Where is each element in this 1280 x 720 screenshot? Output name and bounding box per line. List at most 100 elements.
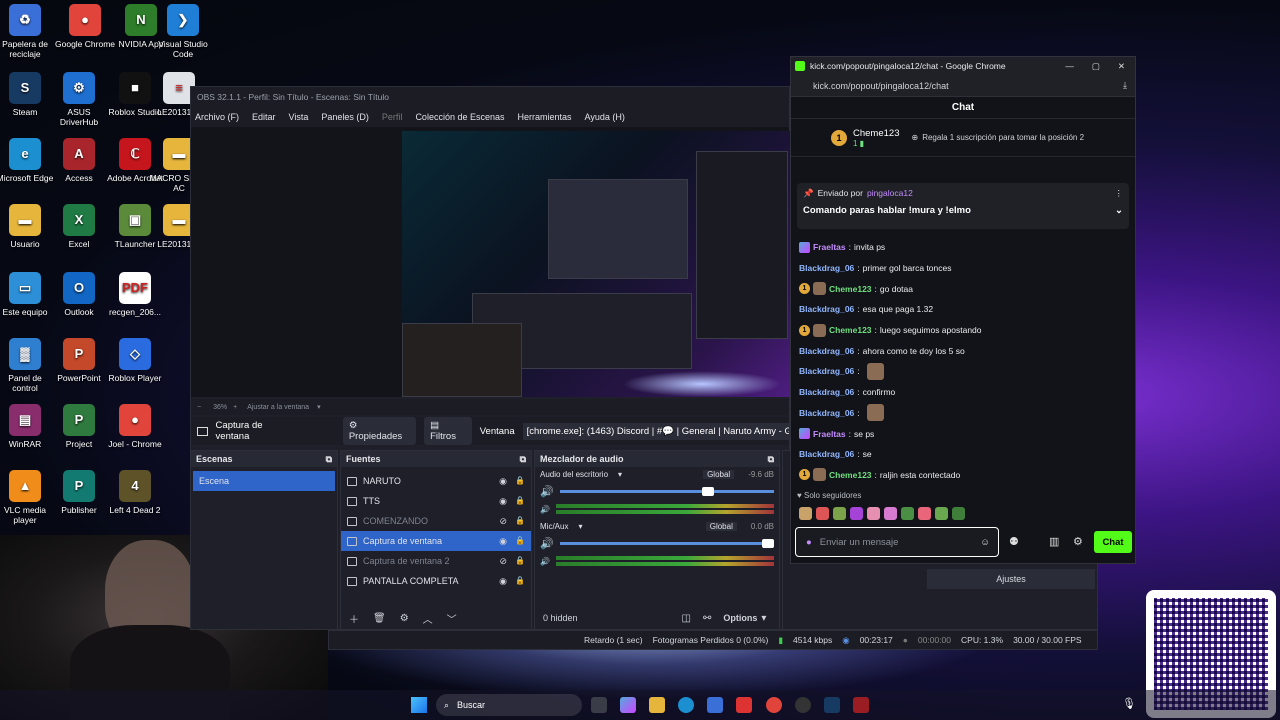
undock-icon[interactable]: ⧉ (520, 454, 526, 465)
settings-gear-icon[interactable]: ⚙ (1073, 535, 1083, 548)
desktop-icon[interactable]: P PowerPoint (49, 334, 109, 383)
scene-item[interactable]: Escena (193, 471, 335, 491)
chat-username[interactable]: Cheme123 (829, 284, 872, 294)
lock-icon[interactable]: 🔒 (515, 576, 525, 587)
options-button[interactable]: Options (723, 613, 757, 623)
volume-slider[interactable] (559, 539, 774, 548)
visibility-eye-icon[interactable]: ◉ (499, 496, 507, 507)
desktop-icon[interactable]: 4 Left 4 Dead 2 (105, 466, 165, 515)
source-item[interactable]: NARUTO ◉ 🔒 (341, 471, 531, 491)
app-icon[interactable] (736, 697, 752, 713)
app2-icon[interactable] (853, 697, 869, 713)
menu-item[interactable]: Archivo (F) (195, 112, 239, 122)
desktop-icon[interactable]: PDF recgen_206... (105, 268, 165, 317)
desktop-icon[interactable]: ▓ Panel de control (0, 334, 55, 393)
speaker-icon[interactable]: 🔊 (540, 485, 554, 498)
chat-username[interactable]: Blackdrag_06 (799, 304, 854, 314)
task-view-icon[interactable] (591, 697, 607, 713)
undock-icon[interactable]: ⧉ (768, 454, 774, 465)
chat-username[interactable]: Blackdrag_06 (799, 408, 854, 418)
unpin-icon[interactable]: ⋮ (1115, 188, 1124, 199)
desktop-icon[interactable]: ⚙ ASUS DriverHub (49, 68, 109, 127)
url-bar[interactable]: kick.com/popout/pingaloca12/chat ⤓ (791, 75, 1135, 97)
lock-icon[interactable]: 🔒 (515, 496, 525, 507)
chat-username[interactable]: Blackdrag_06 (799, 346, 854, 356)
volume-slider[interactable] (559, 487, 774, 496)
chevron-down-icon[interactable]: ⌄ (1115, 205, 1123, 216)
desktop-icon[interactable]: ▤ WinRAR (0, 400, 55, 449)
desktop-icon[interactable]: S Steam (0, 68, 55, 117)
menu-item[interactable]: Perfil (382, 112, 403, 122)
gifter-name[interactable]: Cheme123 (853, 128, 899, 139)
search-box[interactable]: ⌕ Buscar (436, 694, 582, 716)
menu-item[interactable]: Herramientas (518, 112, 572, 122)
chat-username[interactable]: Blackdrag_06 (799, 449, 854, 459)
emoji-icon[interactable]: ☺ (980, 537, 990, 548)
desktop-icon[interactable]: ❯ Visual Studio Code (153, 0, 213, 59)
desktop-icon[interactable]: X Excel (49, 200, 109, 249)
desktop-icon[interactable]: ▭ Este equipo (0, 268, 55, 317)
menu-item[interactable]: Paneles (D) (321, 112, 369, 122)
menu-item[interactable]: Editar (252, 112, 276, 122)
chat-username[interactable]: Cheme123 (829, 470, 872, 480)
chat-input[interactable]: ● Enviar un mensaje ☺ (795, 527, 999, 557)
steam-icon[interactable] (824, 697, 840, 713)
channel-menu-icon[interactable]: ▾ (618, 470, 622, 479)
desktop-icon[interactable]: ● Google Chrome (55, 0, 115, 49)
obs-icon[interactable] (795, 697, 811, 713)
desktop-icon[interactable]: ● Joel - Chrome (105, 400, 165, 449)
desktop-icon[interactable]: A Access (49, 134, 109, 183)
audio-settings-icon[interactable]: 🔊 (540, 557, 550, 566)
desktop-icon[interactable]: e Microsoft Edge (0, 134, 55, 183)
desktop-icon[interactable]: ▲ VLC media player (0, 466, 55, 525)
chat-username[interactable]: Blackdrag_06 (799, 387, 854, 397)
lock-icon[interactable]: 🔒 (515, 516, 525, 527)
desktop-icon[interactable]: P Publisher (49, 466, 109, 515)
speaker-icon[interactable]: 🔊 (540, 537, 554, 550)
chat-send-button[interactable]: Chat (1094, 531, 1132, 553)
explorer-icon[interactable] (649, 697, 665, 713)
lock-icon[interactable]: 🔒 (515, 556, 525, 567)
window-select[interactable]: [chrome.exe]: (1463) Discord | #💬 | Gene… (522, 422, 789, 440)
chat-username[interactable]: Cheme123 (829, 325, 872, 335)
properties-button[interactable]: ⚙ Propiedades (342, 417, 417, 445)
menu-item[interactable]: Vista (289, 112, 309, 122)
lock-icon[interactable]: 🔒 (515, 476, 525, 487)
source-item[interactable]: PANTALLA COMPLETA ◉ 🔒 (341, 571, 531, 591)
chat-username[interactable]: Fraeltas (813, 242, 846, 252)
source-item[interactable]: Captura de ventana 2 ⊘ 🔒 (341, 551, 531, 571)
store-icon[interactable]: ▥ (1049, 535, 1059, 548)
chat-username[interactable]: Fraeltas (813, 429, 846, 439)
visibility-eye-icon[interactable]: ◉ (499, 576, 507, 587)
desktop-icon[interactable]: P Project (49, 400, 109, 449)
source-item[interactable]: COMENZANDO ⊘ 🔒 (341, 511, 531, 531)
desktop-icon[interactable]: O Outlook (49, 268, 109, 317)
audio-settings-icon[interactable]: 🔊 (540, 505, 550, 514)
lock-icon[interactable]: 🔒 (515, 536, 525, 547)
settings-button[interactable]: Ajustes (927, 569, 1095, 589)
visibility-eye-icon[interactable]: ⊘ (499, 556, 507, 567)
download-icon[interactable]: ⤓ (1123, 80, 1127, 91)
minimize-icon[interactable]: — (1065, 61, 1074, 72)
desktop-icon[interactable]: ♻ Papelera de reciclaje (0, 0, 55, 59)
chat-username[interactable]: Blackdrag_06 (799, 366, 854, 376)
edge-icon[interactable] (678, 697, 694, 713)
move-up-button[interactable]: ︿ (423, 611, 433, 626)
copilot-icon[interactable] (620, 697, 636, 713)
gift-button[interactable]: ⚉ (1009, 535, 1019, 548)
menu-item[interactable]: Ayuda (H) (585, 112, 625, 122)
layout-icon[interactable]: ◫ (682, 613, 691, 624)
close-icon[interactable]: ✕ (1118, 61, 1125, 72)
maximize-icon[interactable]: ▢ (1092, 61, 1100, 72)
channel-menu-icon[interactable]: ▾ (578, 522, 582, 531)
menu-item[interactable]: Colección de Escenas (415, 112, 504, 122)
source-item[interactable]: TTS ◉ 🔒 (341, 491, 531, 511)
zoom-out-button[interactable]: − (197, 404, 201, 411)
chat-username[interactable]: Blackdrag_06 (799, 263, 854, 273)
desktop-icon[interactable]: ◇ Roblox Player (105, 334, 165, 383)
filters-button[interactable]: ▤ Filtros (424, 417, 472, 445)
visibility-eye-icon[interactable]: ◉ (499, 476, 507, 487)
gear-icon[interactable]: ⚙ (400, 613, 409, 624)
visibility-eye-icon[interactable]: ⊘ (499, 516, 507, 527)
pinned-user[interactable]: pingaloca12 (867, 188, 913, 199)
